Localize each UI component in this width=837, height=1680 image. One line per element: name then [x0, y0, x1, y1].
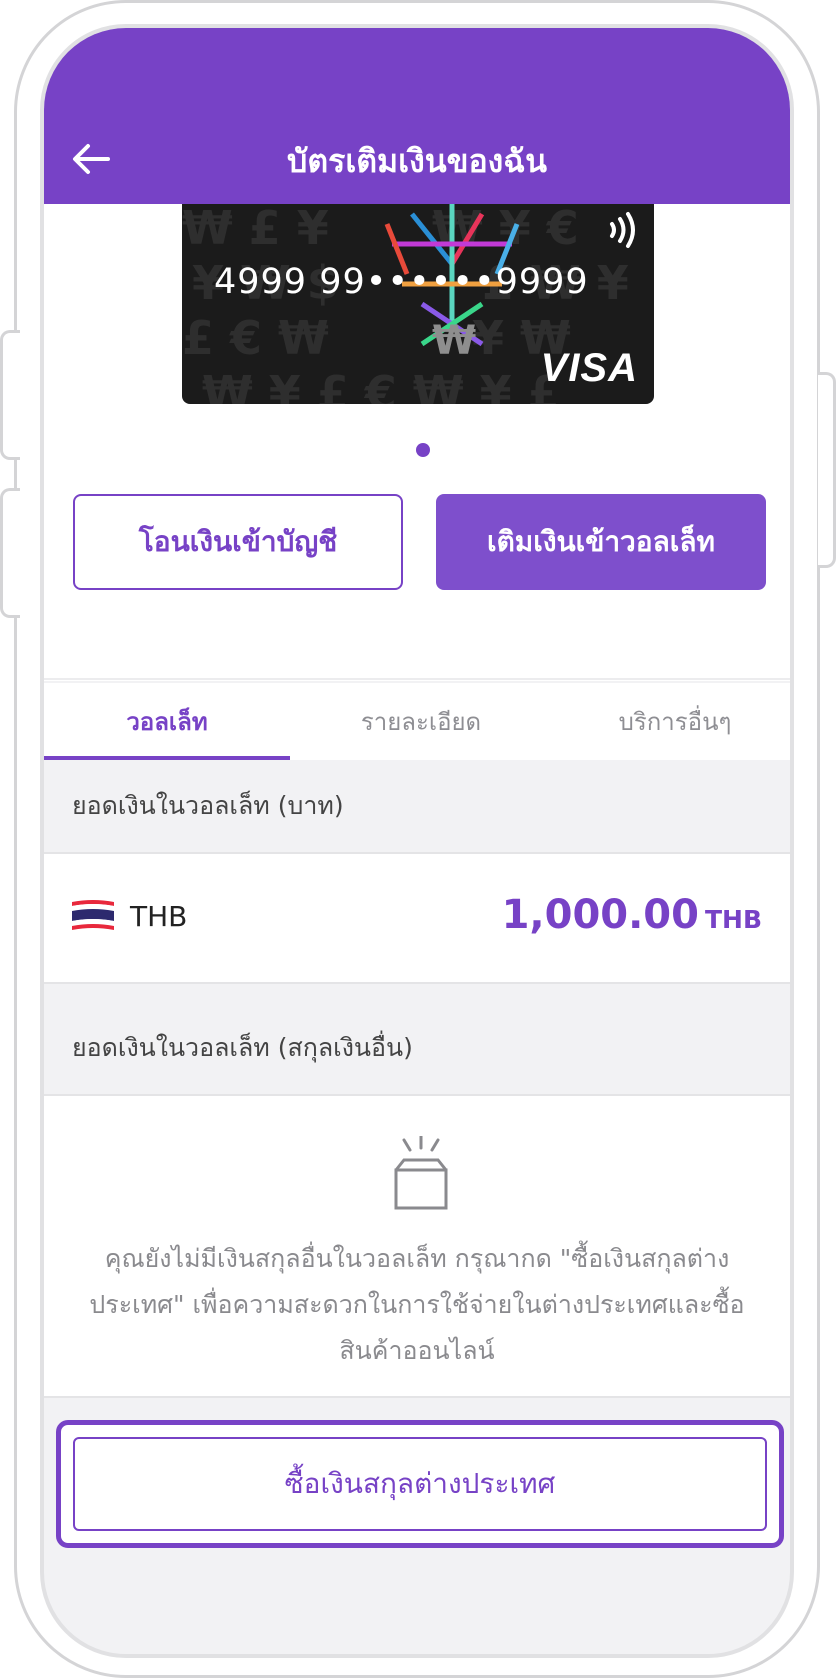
svg-text:₩ £ ¥: ₩ £ ¥: [182, 204, 329, 255]
other-currency-heading: ยอดเงินในวอลเล็ท (สกุลเงินอื่น): [44, 1004, 790, 1092]
buy-currency-focus-ring: ซื้อเงินสกุลต่างประเทศ: [56, 1420, 784, 1548]
empty-state-message: คุณยังไม่มีเงินสกุลอื่นในวอลเล็ท กรุณากด…: [89, 1244, 745, 1365]
amount-unit: THB: [704, 905, 762, 934]
tab-other-services[interactable]: บริการอื่นๆ: [552, 683, 790, 760]
thb-balance-heading: ยอดเงินในวอลเล็ท (บาท): [44, 762, 790, 850]
buy-foreign-currency-button[interactable]: ซื้อเงินสกุลต่างประเทศ: [73, 1437, 767, 1531]
currency-code: THB: [130, 900, 188, 933]
thailand-flag-icon: [72, 900, 114, 930]
svg-text:₩ ¥ £ € ₩ ¥ £: ₩ ¥ £ € ₩ ¥ £: [202, 366, 560, 404]
tab-details[interactable]: รายละเอียด: [290, 683, 552, 760]
app-header: บัตรเติมเงินของฉัน: [44, 28, 790, 204]
power-button: [818, 372, 836, 568]
card-number: 4999 99••••••9999: [214, 262, 589, 302]
amount-value: 1,000.00: [501, 892, 699, 938]
prepaid-card[interactable]: ₩ £ ¥ ₩ ¥ € ¥ ₩ $ £ ₩ ¥ £ € ₩ ¥ ₩ ₩ ¥ £ € ₩…: [182, 204, 654, 404]
empty-state: คุณยังไม่มีเงินสกุลอื่นในวอลเล็ท กรุณากด…: [44, 1094, 790, 1398]
empty-box-icon: [394, 1136, 448, 1210]
tab-bar: วอลเล็ท รายละเอียด บริการอื่นๆ: [44, 683, 790, 760]
thb-balance-row[interactable]: THB 1,000.00 THB: [44, 852, 790, 984]
tab-wallet[interactable]: วอลเล็ท: [44, 683, 290, 760]
card-section: ₩ £ ¥ ₩ ¥ € ¥ ₩ $ £ ₩ ¥ £ € ₩ ¥ ₩ ₩ ¥ £ € ₩…: [44, 204, 790, 681]
svg-text:₩: ₩: [432, 318, 476, 364]
svg-text:£ € ₩: £ € ₩: [182, 311, 329, 365]
phone-screen: บัตรเติมเงินของฉัน ₩ £ ¥ ₩ ¥ € ¥ ₩ $ £ ₩ ¥…: [40, 24, 794, 1658]
volume-up-button: [0, 330, 20, 460]
thb-balance-amount: 1,000.00 THB: [502, 892, 762, 938]
volume-down-button: [0, 488, 20, 618]
topup-wallet-button[interactable]: เติมเงินเข้าวอลเล็ท: [436, 494, 766, 590]
visa-logo: VISA: [540, 346, 638, 390]
active-tab-indicator: [44, 756, 290, 760]
carousel-indicator: [416, 443, 430, 457]
divider: [44, 678, 790, 680]
contactless-icon: [610, 212, 635, 248]
page-title: บัตรเติมเงินของฉัน: [287, 142, 547, 180]
transfer-to-account-button[interactable]: โอนเงินเข้าบัญชี: [73, 494, 403, 590]
